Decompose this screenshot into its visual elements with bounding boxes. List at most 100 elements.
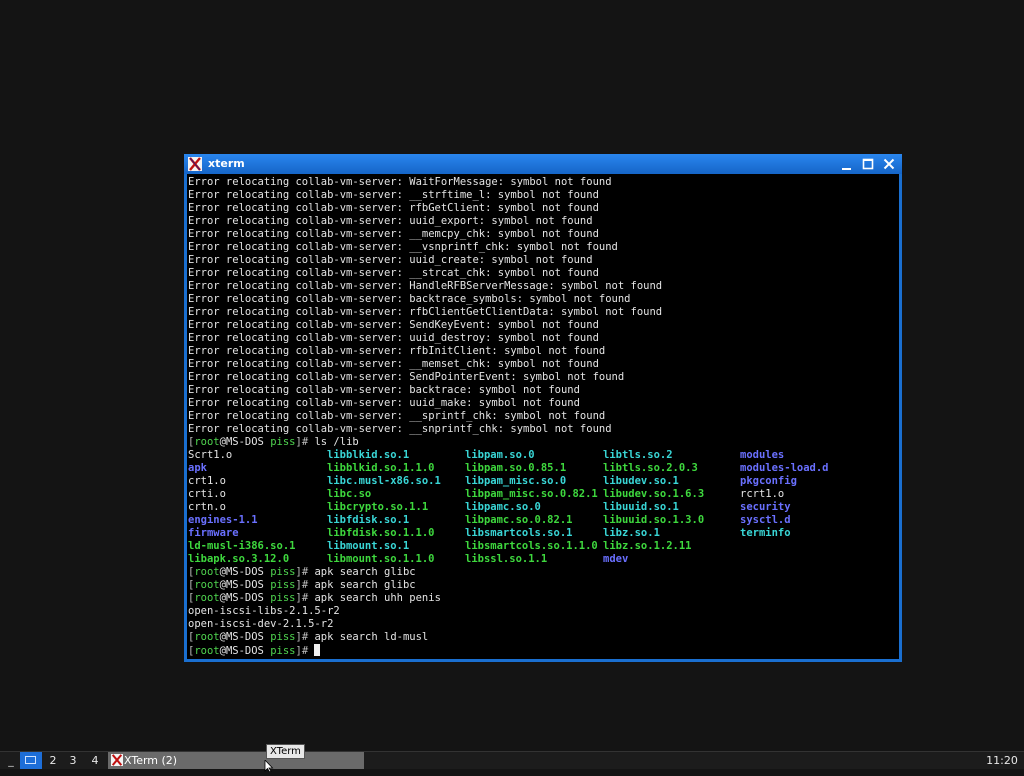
prompt-host: @MS-DOS [219, 579, 271, 591]
prompt-host: @MS-DOS [219, 645, 271, 657]
ls-entry: libudev.so.1 [603, 475, 679, 487]
ls-entry: libuuid.so.1 [603, 501, 679, 513]
error-line: Error relocating collab-vm-server: uuid_… [188, 254, 593, 266]
ls-entry: security [740, 501, 791, 513]
desktop-2-button[interactable]: 2 [44, 752, 62, 769]
ls-entry: libpamc.so.0 [465, 501, 541, 513]
command-text: apk search glibc [314, 566, 416, 578]
ls-entry: rcrt1.o [740, 488, 785, 500]
prompt-line: [root@MS-DOS piss]# apk search glibc [188, 566, 899, 579]
ls-row: Scrt1.o libblkid.so.1 libpam.so.0 libtls.so… [188, 449, 899, 462]
prompt-line: [root@MS-DOS piss]# apk search glibc [188, 579, 899, 592]
error-line: Error relocating collab-vm-server: __mem… [188, 358, 599, 370]
ls-entry: crtn.o [188, 501, 226, 513]
ls-entry: engines-1.1 [188, 514, 258, 526]
prompt-user: root [194, 566, 220, 578]
window-titlebar[interactable]: xterm [184, 154, 902, 174]
error-line: Error relocating collab-vm-server: SendK… [188, 319, 599, 331]
prompt-line: [root@MS-DOS piss]# [188, 644, 899, 657]
ls-entry: libmount.so.1.1.0 [327, 553, 435, 565]
mouse-cursor-icon [264, 757, 274, 773]
ls-entry: apk [188, 462, 207, 474]
prompt-user: root [194, 592, 220, 604]
error-line: Error relocating collab-vm-server: rfbIn… [188, 345, 606, 357]
prompt-line: [root@MS-DOS piss]# ls /lib [188, 436, 899, 449]
taskbar-menu-button[interactable]: _ [4, 752, 18, 769]
error-line: Error relocating collab-vm-server: rfbCl… [188, 306, 663, 318]
ls-entry: libpam.so.0.85.1 [465, 462, 567, 474]
prompt-line: [root@MS-DOS piss]# apk search ld-musl [188, 631, 899, 644]
ls-entry: libsmartcols.so.1 [465, 527, 573, 539]
ls-entry: Scrt1.o [188, 449, 233, 461]
prompt-user: root [194, 579, 220, 591]
ls-row: libapk.so.3.12.0 libmount.so.1.1.0 libssl.… [188, 553, 899, 566]
ls-entry: libz.so.1 [603, 527, 660, 539]
error-line: Error relocating collab-vm-server: WaitF… [188, 176, 612, 188]
task-label: XTerm (2) [124, 754, 178, 767]
ls-entry: libz.so.1.2.11 [603, 540, 692, 552]
ls-entry: libpam.so.0 [465, 449, 535, 461]
error-line: Error relocating collab-vm-server: uuid_… [188, 215, 593, 227]
prompt-line: [root@MS-DOS piss]# apk search uhh penis [188, 592, 899, 605]
ls-entry: terminfo [740, 527, 791, 539]
ls-row: crti.o libc.so libpam_misc.so.0.82.1 libude… [188, 488, 899, 501]
ls-entry: crt1.o [188, 475, 226, 487]
ls-row: apk libblkid.so.1.1.0 libpam.so.0.85.1 libt… [188, 462, 899, 475]
ls-entry: firmware [188, 527, 239, 539]
ls-entry: libtls.so.2 [603, 449, 673, 461]
close-button[interactable] [881, 156, 897, 172]
prompt-symbol: ]# [295, 566, 315, 578]
ls-entry: libfdisk.so.1.1.0 [327, 527, 435, 539]
xterm-x-icon [188, 157, 202, 171]
ls-entry: libtls.so.2.0.3 [603, 462, 698, 474]
clock: 11:20 [986, 754, 1018, 767]
command-text: apk search glibc [314, 579, 416, 591]
text-cursor [314, 644, 321, 656]
ls-entry: sysctl.d [740, 514, 791, 526]
desktop-1-button[interactable] [20, 752, 42, 769]
ls-entry: modules-load.d [740, 462, 829, 474]
ls-entry: libblkid.so.1 [327, 449, 410, 461]
error-line: Error relocating collab-vm-server: backt… [188, 384, 580, 396]
ls-entry: libmount.so.1 [327, 540, 410, 552]
taskbar: _ 2 3 4 XTerm (2) 11:20 [0, 751, 1024, 769]
ls-entry: libpamc.so.0.82.1 [465, 514, 573, 526]
ls-entry: libudev.so.1.6.3 [603, 488, 705, 500]
prompt-host: @MS-DOS [219, 631, 271, 643]
prompt-host: @MS-DOS [219, 436, 271, 448]
ls-row: firmware libfdisk.so.1.1.0 libsmartcols.so… [188, 527, 899, 540]
prompt-dir: piss [270, 631, 296, 643]
ls-entry: libblkid.so.1.1.0 [327, 462, 435, 474]
ls-entry: ld-musl-i386.so.1 [188, 540, 296, 552]
ls-row: engines-1.1 libfdisk.so.1 libpamc.so.0.82.… [188, 514, 899, 527]
ls-entry: libapk.so.3.12.0 [188, 553, 290, 565]
window-title: xterm [208, 157, 245, 170]
error-line: Error relocating collab-vm-server: backt… [188, 293, 631, 305]
terminal-output[interactable]: Error relocating collab-vm-server: WaitF… [187, 174, 899, 659]
xterm-window[interactable]: xterm Error relocating collab-vm-server:… [184, 154, 902, 662]
ls-entry: pkgconfig [740, 475, 797, 487]
error-line: Error relocating collab-vm-server: __snp… [188, 423, 612, 435]
screen-icon [25, 756, 36, 764]
prompt-symbol: ]# [295, 579, 315, 591]
prompt-symbol: ]# [295, 592, 315, 604]
error-line: Error relocating collab-vm-server: __str… [188, 267, 599, 279]
error-line: Error relocating collab-vm-server: rfbGe… [188, 202, 599, 214]
ls-row: crt1.o libc.musl-x86.so.1 libpam_misc.so.0… [188, 475, 899, 488]
output-line: open-iscsi-dev-2.1.5-r2 [188, 618, 334, 630]
desktop-4-button[interactable]: 4 [86, 752, 104, 769]
command-text: apk search uhh penis [314, 592, 441, 604]
taskbar-xterm-task[interactable]: XTerm (2) [108, 752, 364, 769]
prompt-symbol: ]# [295, 436, 315, 448]
prompt-symbol: ]# [295, 631, 315, 643]
error-line: Error relocating collab-vm-server: SendP… [188, 371, 625, 383]
ls-entry: crti.o [188, 488, 226, 500]
ls-entry: libpam_misc.so.0.82.1 [465, 488, 598, 500]
maximize-button[interactable] [860, 156, 876, 172]
desktop-3-button[interactable]: 3 [64, 752, 82, 769]
prompt-user: root [194, 645, 220, 657]
ls-entry: modules [740, 449, 785, 461]
ls-entry: libssl.so.1.1 [465, 553, 548, 565]
minimize-button[interactable] [839, 156, 855, 172]
error-line: Error relocating collab-vm-server: uuid_… [188, 397, 580, 409]
